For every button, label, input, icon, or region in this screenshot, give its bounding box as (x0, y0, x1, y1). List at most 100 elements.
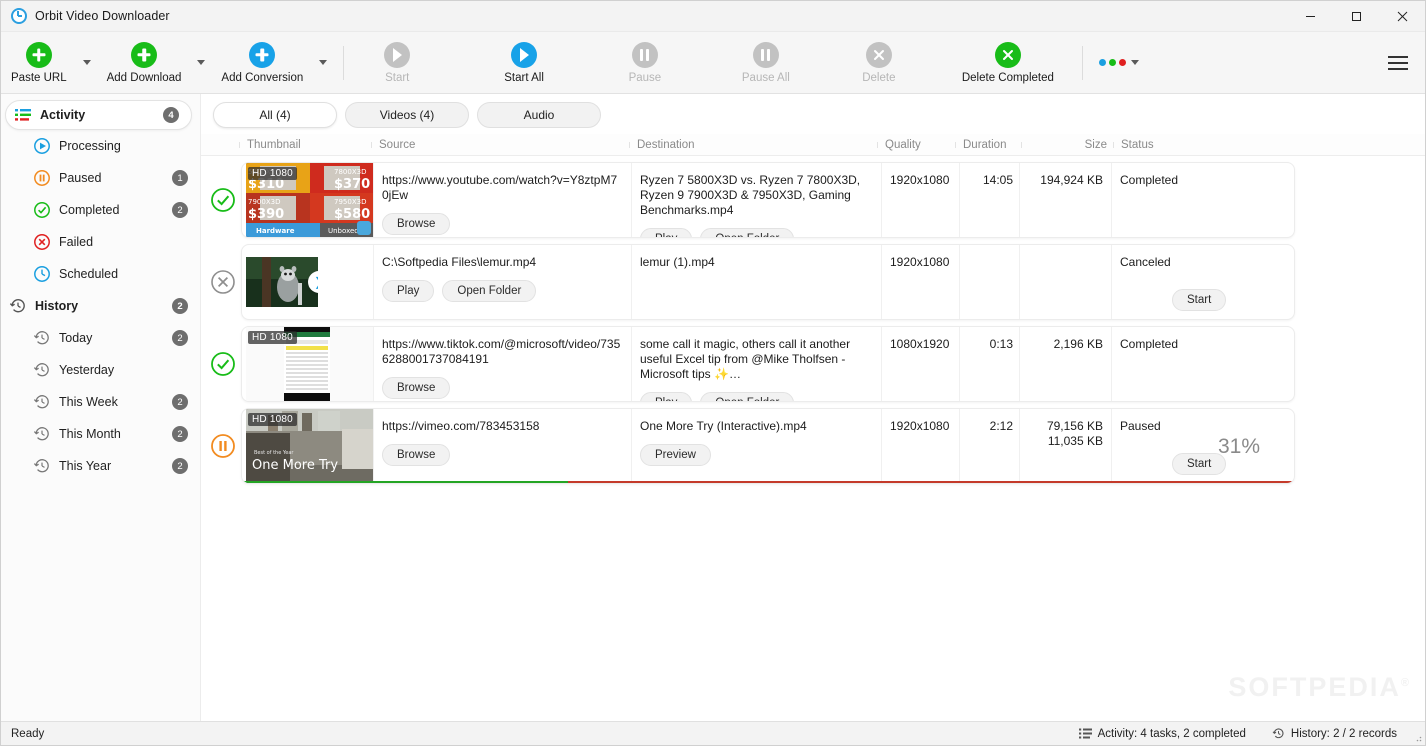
sidebar-item-activity[interactable]: Activity 4 (5, 100, 192, 130)
chevron-down-icon (319, 60, 328, 65)
status-history[interactable]: History: 2 / 2 records (1272, 727, 1397, 740)
column-header-duration[interactable]: Duration (955, 139, 1021, 151)
add-download-dropdown[interactable] (191, 34, 211, 92)
start-row-button[interactable]: Start (1172, 453, 1227, 475)
maximize-button[interactable] (1333, 1, 1379, 32)
open-folder-button[interactable]: Open Folder (442, 280, 537, 302)
open-folder-button[interactable]: Open Folder (700, 392, 795, 401)
column-header-thumbnail[interactable]: Thumbnail (239, 139, 371, 151)
svg-text:$580: $580 (334, 207, 370, 222)
row-size-cell: 2,196 KB (1020, 327, 1112, 401)
sidebar-item-history[interactable]: History 2 (1, 290, 200, 322)
sidebar-item-today[interactable]: Today 2 (1, 322, 200, 354)
pause-button[interactable]: Pause (616, 34, 674, 92)
filter-chip-videos[interactable]: Videos (4) (345, 102, 469, 128)
paste-url-button[interactable]: Paste URL (1, 34, 77, 92)
thumbnail-lemur[interactable]: ❯ (246, 257, 318, 307)
row-thumbnail-cell[interactable]: 5800X3D $310 7800X3D $370 7900X3D $390 7… (242, 163, 374, 237)
sidebar-badge-today: 2 (172, 330, 188, 346)
sidebar-label-failed: Failed (59, 235, 94, 249)
play-button[interactable]: Play (640, 228, 693, 237)
status-activity[interactable]: Activity: 4 tasks, 2 completed (1078, 727, 1246, 740)
sidebar-item-paused[interactable]: Paused 1 (1, 162, 200, 194)
row-card[interactable]: HD 1080 https://www.tiktok.com/@microsof… (241, 326, 1295, 402)
filter-chip-audio[interactable]: Audio (477, 102, 601, 128)
sidebar-item-completed[interactable]: Completed 2 (1, 194, 200, 226)
browse-button[interactable]: Browse (382, 213, 451, 235)
delete-button[interactable]: Delete (850, 34, 908, 92)
sidebar-item-scheduled[interactable]: Scheduled (1, 258, 200, 290)
row-card[interactable]: 5800X3D $310 7800X3D $370 7900X3D $390 7… (241, 162, 1295, 238)
row-source-url: https://www.tiktok.com/@microsoft/video/… (382, 337, 621, 366)
sidebar-item-this-year[interactable]: This Year 2 (1, 450, 200, 482)
thumbnail-one-more-try[interactable]: Best of the Year One More Try HD 1080 (246, 409, 373, 483)
table-row[interactable]: HD 1080 https://www.tiktok.com/@microsof… (205, 326, 1295, 402)
sidebar-badge-completed: 2 (172, 202, 188, 218)
play-button[interactable]: Play (640, 392, 693, 401)
start-row-button[interactable]: Start (1172, 289, 1227, 311)
sidebar-badge-this-month: 2 (172, 426, 188, 442)
open-folder-button[interactable]: Open Folder (700, 228, 795, 237)
add-download-button[interactable]: Add Download (97, 34, 192, 92)
sidebar-label-this-week: This Week (59, 395, 118, 409)
chevron-down-icon (82, 60, 91, 65)
start-label: Start (385, 71, 410, 84)
row-thumbnail-cell[interactable]: Best of the Year One More Try HD 1080 (242, 409, 374, 483)
svg-text:$370: $370 (334, 177, 370, 192)
toolbar-divider-2 (1081, 45, 1083, 80)
orbit-icon (11, 8, 27, 24)
svg-text:7900X3D: 7900X3D (248, 198, 280, 206)
column-header-status[interactable]: Status (1113, 139, 1295, 151)
hd-badge: HD 1080 (248, 331, 297, 344)
sidebar-label-this-year: This Year (59, 459, 112, 473)
sidebar-item-yesterday[interactable]: Yesterday (1, 354, 200, 386)
filter-chip-all[interactable]: All (4) (213, 102, 337, 128)
column-header-source[interactable]: Source (371, 139, 629, 151)
row-thumbnail-cell[interactable]: HD 1080 (242, 327, 374, 401)
thumbnail-cpu-benchmark[interactable]: 5800X3D $310 7800X3D $370 7900X3D $390 7… (246, 163, 373, 237)
browse-button[interactable]: Browse (382, 377, 451, 399)
colored-dots-menu-icon[interactable] (1093, 34, 1145, 92)
thumbnail-excel-tip[interactable]: HD 1080 (246, 327, 373, 401)
minimize-button[interactable] (1287, 1, 1333, 32)
delete-completed-button[interactable]: Delete Completed (952, 34, 1064, 92)
row-size: 2,196 KB (1053, 337, 1103, 351)
row-status-cell: Completed (1112, 327, 1294, 401)
add-conversion-dropdown[interactable] (313, 34, 333, 92)
row-size-downloaded: 11,035 KB (1047, 434, 1103, 448)
row-destination-cell: Ryzen 7 5800X3D vs. Ryzen 7 7800X3D, Ryz… (632, 163, 882, 237)
start-button[interactable]: Start (368, 34, 426, 92)
sidebar-label-processing: Processing (59, 139, 121, 153)
pause-label: Pause (628, 71, 662, 84)
chevron-down-icon (1130, 60, 1139, 65)
row-duration: 0:13 (989, 337, 1013, 351)
add-conversion-button[interactable]: Add Conversion (211, 34, 313, 92)
column-header-size[interactable]: Size (1021, 139, 1113, 151)
column-header-quality[interactable]: Quality (877, 139, 955, 151)
row-source-cell: https://vimeo.com/783453158 Browse (374, 409, 632, 483)
status-badge: Paused (1120, 419, 1161, 433)
row-card[interactable]: Best of the Year One More Try HD 1080 ht… (241, 408, 1295, 484)
sidebar-item-failed[interactable]: Failed (1, 226, 200, 258)
sidebar-item-this-week[interactable]: This Week 2 (1, 386, 200, 418)
start-all-button[interactable]: Start All (494, 34, 554, 92)
resize-grip-icon[interactable] (1412, 732, 1422, 742)
table-row[interactable]: 5800X3D $310 7800X3D $370 7900X3D $390 7… (205, 162, 1295, 238)
table-row[interactable]: ❯ (205, 244, 1295, 320)
hamburger-menu-icon[interactable] (1381, 46, 1415, 80)
close-button[interactable] (1379, 1, 1425, 32)
row-size: 79,156 KB (1046, 419, 1103, 433)
row-card[interactable]: ❯ (241, 244, 1295, 320)
column-header-destination[interactable]: Destination (629, 139, 877, 151)
row-source-cell: https://www.tiktok.com/@microsoft/video/… (374, 327, 632, 401)
sidebar-item-processing[interactable]: Processing (1, 130, 200, 162)
pause-all-button[interactable]: Pause All (732, 34, 800, 92)
row-thumbnail-cell[interactable]: ❯ (242, 245, 374, 319)
preview-button[interactable]: Preview (640, 444, 711, 466)
table-row[interactable]: Best of the Year One More Try HD 1080 ht… (205, 408, 1295, 484)
browse-button[interactable]: Browse (382, 444, 451, 466)
activity-list-icon (1078, 727, 1092, 740)
sidebar-item-this-month[interactable]: This Month 2 (1, 418, 200, 450)
play-button[interactable]: Play (382, 280, 435, 302)
paste-url-dropdown[interactable] (77, 34, 97, 92)
